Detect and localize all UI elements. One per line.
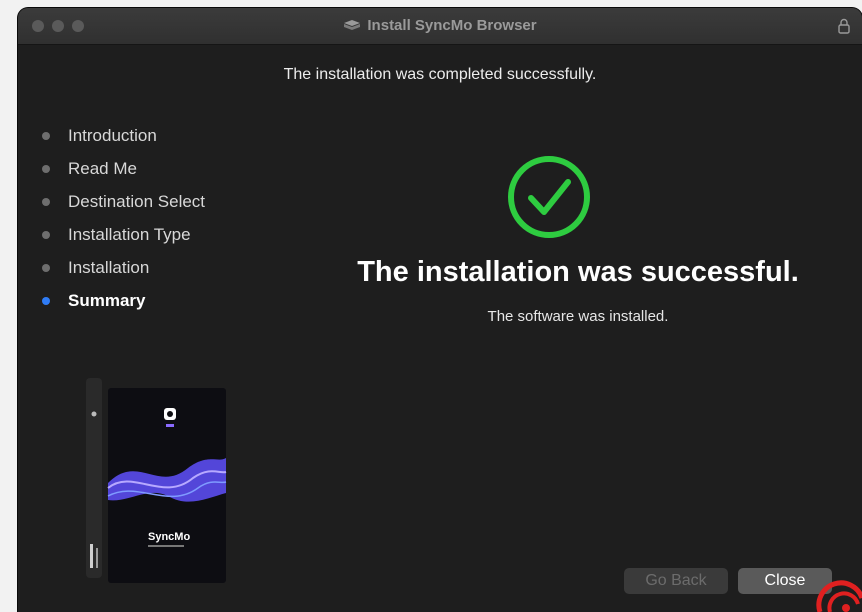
step-label: Introduction (68, 126, 157, 145)
header-message: The installation was completed successfu… (283, 66, 597, 83)
step-label: Installation Type (68, 225, 191, 244)
sidebar-step-introduction: Introduction (38, 124, 268, 157)
step-active-bullet-icon (42, 297, 50, 305)
step-sidebar: Introduction Read Me Destination Select … (38, 124, 268, 322)
step-bullet-icon (42, 231, 50, 239)
product-box-illustration: SyncMo (86, 378, 227, 583)
go-back-button[interactable]: Go Back (624, 568, 728, 594)
success-subtitle: The software was installed. (487, 308, 669, 325)
lock-icon (838, 18, 850, 34)
window-title-wrap: Install SyncMo Browser (18, 17, 862, 34)
title-bar[interactable]: Install SyncMo Browser (18, 8, 862, 45)
product-box-label: SyncMo (148, 531, 190, 543)
step-bullet-icon (42, 264, 50, 272)
corner-logo-icon (816, 580, 862, 612)
window-title: Install SyncMo Browser (367, 17, 537, 34)
sidebar-step-summary: Summary (38, 289, 268, 322)
installer-window: Install SyncMo Browser The installation … (18, 8, 862, 612)
step-label: Destination Select (68, 192, 206, 211)
step-bullet-icon (42, 165, 50, 173)
success-title: The installation was successful. (357, 256, 799, 288)
summary-content: The installation was successful. The sof… (318, 106, 838, 552)
sidebar-step-read-me: Read Me (38, 157, 268, 190)
step-label: Installation (68, 258, 150, 277)
checkmark-circle-icon (508, 156, 590, 238)
sidebar-step-destination-select: Destination Select (38, 190, 268, 223)
step-bullet-icon (42, 132, 50, 140)
sidebar-step-installation: Installation (38, 256, 268, 289)
package-icon (344, 20, 361, 30)
step-label: Summary (68, 291, 146, 310)
sidebar-step-installation-type: Installation Type (38, 223, 268, 256)
step-label: Read Me (68, 159, 137, 178)
step-bullet-icon (42, 198, 50, 206)
